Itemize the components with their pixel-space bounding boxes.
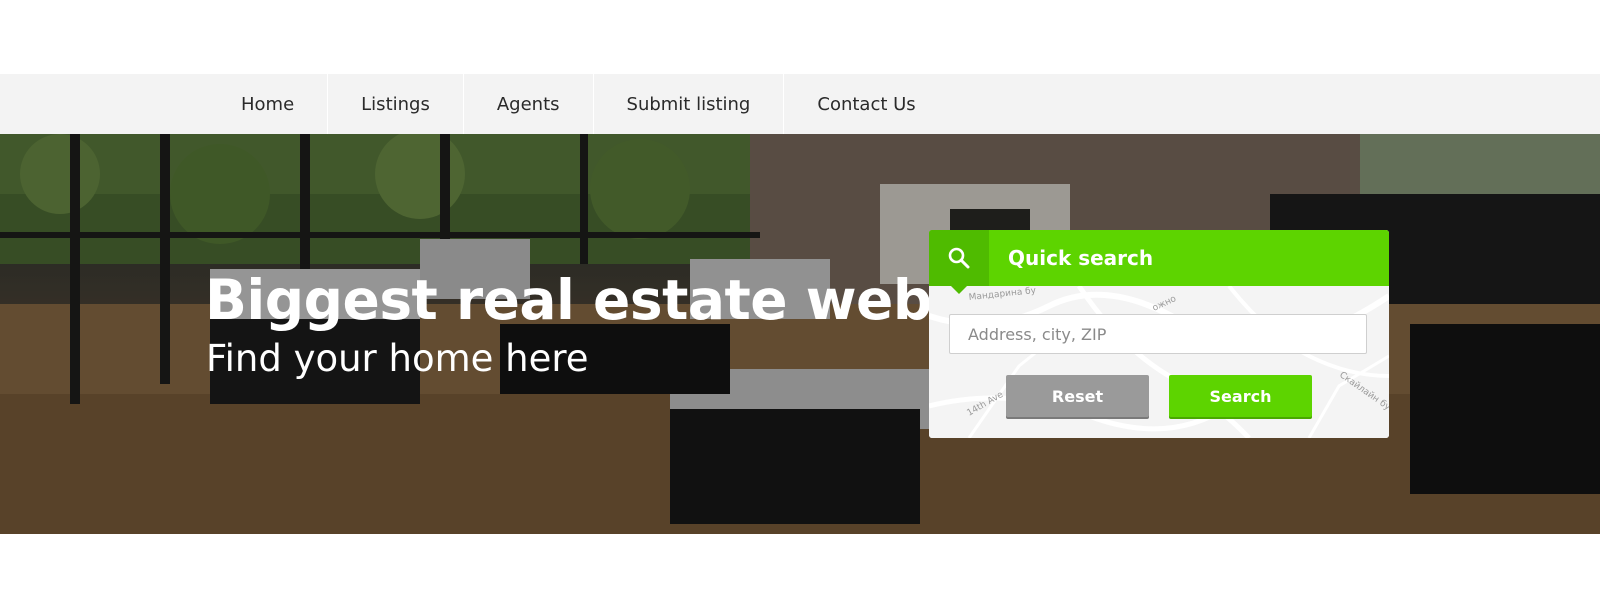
quick-search-icon-box <box>929 230 989 286</box>
hero-title: Biggest real estate website <box>205 268 1045 332</box>
map-background: Мандарина бу 14th Ave Скайлайн бу ожно <box>929 286 1389 438</box>
nav-list: Home Listings Agents Submit listing Cont… <box>208 74 949 134</box>
quick-search-panel: Quick search Мандарина бу 14th Ave Скайл… <box>929 230 1389 438</box>
search-icon <box>948 247 970 269</box>
header-caret <box>951 286 967 294</box>
nav-item-listings[interactable]: Listings <box>328 74 464 134</box>
address-search-input[interactable] <box>949 314 1367 354</box>
reset-button[interactable]: Reset <box>1006 375 1149 417</box>
hero-subtitle: Find your home here <box>206 337 589 380</box>
nav-item-contact-us[interactable]: Contact Us <box>784 74 948 134</box>
nav-item-home[interactable]: Home <box>208 74 329 134</box>
main-navigation: Home Listings Agents Submit listing Cont… <box>0 74 1600 134</box>
search-button[interactable]: Search <box>1169 375 1312 417</box>
nav-item-submit-listing[interactable]: Submit listing <box>594 74 785 134</box>
quick-search-title: Quick search <box>1008 246 1154 270</box>
quick-search-body: Мандарина бу 14th Ave Скайлайн бу ожно R… <box>929 286 1389 438</box>
nav-item-agents[interactable]: Agents <box>464 74 594 134</box>
quick-search-header: Quick search <box>929 230 1389 286</box>
page: Home Listings Agents Submit listing Cont… <box>0 0 1600 600</box>
